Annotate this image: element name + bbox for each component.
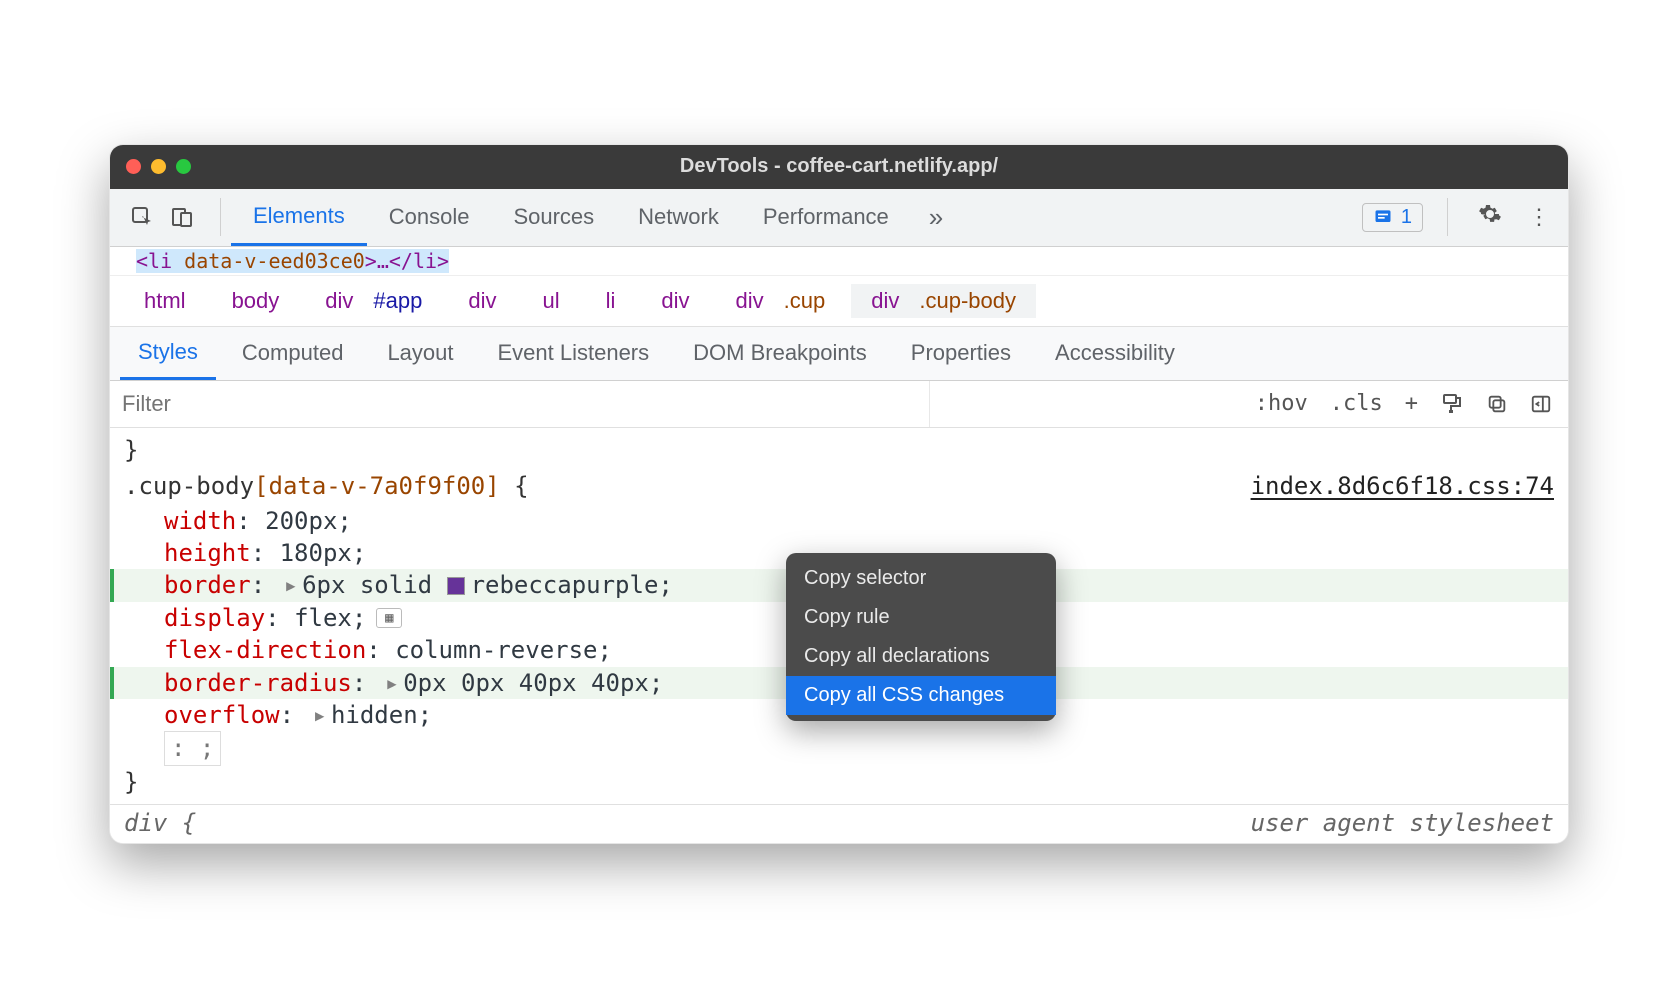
breadcrumb-item[interactable]: div (641, 284, 709, 318)
tab-sources[interactable]: Sources (491, 189, 616, 246)
subtab-computed[interactable]: Computed (224, 328, 362, 378)
ua-selector[interactable]: div { (124, 809, 196, 837)
context-menu-item[interactable]: Copy all declarations (786, 637, 1056, 676)
toolbar-right: 1 ⋮ (1362, 198, 1564, 236)
subtab-accessibility[interactable]: Accessibility (1037, 328, 1193, 378)
toolbar-left (114, 205, 210, 229)
titlebar: DevTools - coffee-cart.netlify.app/ (110, 145, 1568, 189)
minimize-window-button[interactable] (151, 159, 166, 174)
breadcrumb-item[interactable]: div (448, 284, 516, 318)
user-agent-rule-row: div { user agent stylesheet (110, 804, 1568, 843)
breadcrumb-item[interactable]: div.cup (716, 284, 846, 318)
context-menu: Copy selectorCopy ruleCopy all declarati… (786, 553, 1056, 721)
inspect-icon[interactable] (130, 205, 154, 229)
traffic-lights (126, 159, 191, 174)
paint-icon[interactable] (1440, 392, 1464, 416)
color-swatch-icon[interactable] (447, 577, 465, 595)
separator (1447, 198, 1448, 236)
tab-console[interactable]: Console (367, 189, 492, 246)
tab-network[interactable]: Network (616, 189, 741, 246)
dom-preview-line[interactable]: <li data-v-eed03ce0>…</li> (110, 247, 1568, 275)
new-style-rule-icon[interactable]: + (1405, 391, 1418, 416)
expand-triangle-icon[interactable]: ▸ (309, 699, 331, 731)
styles-filter-tools: :hov .cls + (1239, 391, 1568, 416)
tab-elements[interactable]: Elements (231, 189, 367, 246)
breadcrumb-item[interactable]: body (212, 284, 300, 318)
expand-triangle-icon[interactable]: ▸ (280, 569, 302, 601)
prev-rule-close: } (110, 434, 1568, 466)
css-declaration[interactable]: width: 200px; (110, 505, 1568, 537)
settings-icon[interactable] (1472, 202, 1508, 232)
styles-subtabs: Styles Computed Layout Event Listeners D… (110, 327, 1568, 381)
copy-icon[interactable] (1486, 393, 1508, 415)
breadcrumb-item[interactable]: div.cup-body (851, 284, 1036, 318)
kebab-menu-icon[interactable]: ⋮ (1522, 204, 1556, 230)
issues-badge[interactable]: 1 (1362, 203, 1423, 232)
toggle-hov[interactable]: :hov (1255, 391, 1308, 416)
main-tabs-row: Elements Console Sources Network Perform… (110, 189, 1568, 247)
main-tabs: Elements Console Sources Network Perform… (231, 189, 911, 246)
separator (220, 198, 221, 236)
breadcrumb-item[interactable]: html (124, 284, 206, 318)
subtab-event-listeners[interactable]: Event Listeners (480, 328, 668, 378)
subtab-dom-breakpoints[interactable]: DOM Breakpoints (675, 328, 885, 378)
window-title: DevTools - coffee-cart.netlify.app/ (110, 155, 1568, 178)
css-rule-header: .cup-body[data-v-7a0f9f00] { index.8d6c6… (110, 466, 1568, 504)
subtab-properties[interactable]: Properties (893, 328, 1029, 378)
subtab-styles[interactable]: Styles (120, 327, 216, 380)
css-selector[interactable]: .cup-body[data-v-7a0f9f00] { (124, 470, 529, 502)
empty-declaration[interactable]: : ; (110, 731, 1568, 765)
expand-triangle-icon[interactable]: ▸ (381, 667, 403, 699)
breadcrumb-item[interactable]: ul (522, 284, 579, 318)
context-menu-item[interactable]: Copy selector (786, 559, 1056, 598)
flex-badge-icon[interactable] (376, 608, 402, 628)
toggle-cls[interactable]: .cls (1330, 391, 1383, 416)
tab-performance[interactable]: Performance (741, 189, 911, 246)
subtab-layout[interactable]: Layout (369, 328, 471, 378)
device-toggle-icon[interactable] (170, 205, 194, 229)
source-link[interactable]: index.8d6c6f18.css:74 (1251, 470, 1554, 502)
breadcrumb-item[interactable]: div#app (305, 284, 442, 318)
context-menu-item[interactable]: Copy rule (786, 598, 1056, 637)
devtools-window: DevTools - coffee-cart.netlify.app/ Elem… (109, 144, 1569, 844)
breadcrumb-item[interactable]: li (586, 284, 636, 318)
issues-count: 1 (1401, 206, 1412, 229)
styles-filter-row: :hov .cls + (110, 381, 1568, 428)
close-window-button[interactable] (126, 159, 141, 174)
ua-label: user agent stylesheet (1251, 809, 1554, 837)
styles-filter-input[interactable] (110, 381, 930, 427)
zoom-window-button[interactable] (176, 159, 191, 174)
dom-breadcrumb: htmlbodydiv#appdivullidivdiv.cupdiv.cup-… (110, 275, 1568, 327)
rule-close-brace: } (110, 766, 1568, 798)
panel-toggle-icon[interactable] (1530, 393, 1552, 415)
context-menu-item[interactable]: Copy all CSS changes (786, 676, 1056, 715)
more-tabs-icon[interactable]: » (911, 202, 961, 233)
